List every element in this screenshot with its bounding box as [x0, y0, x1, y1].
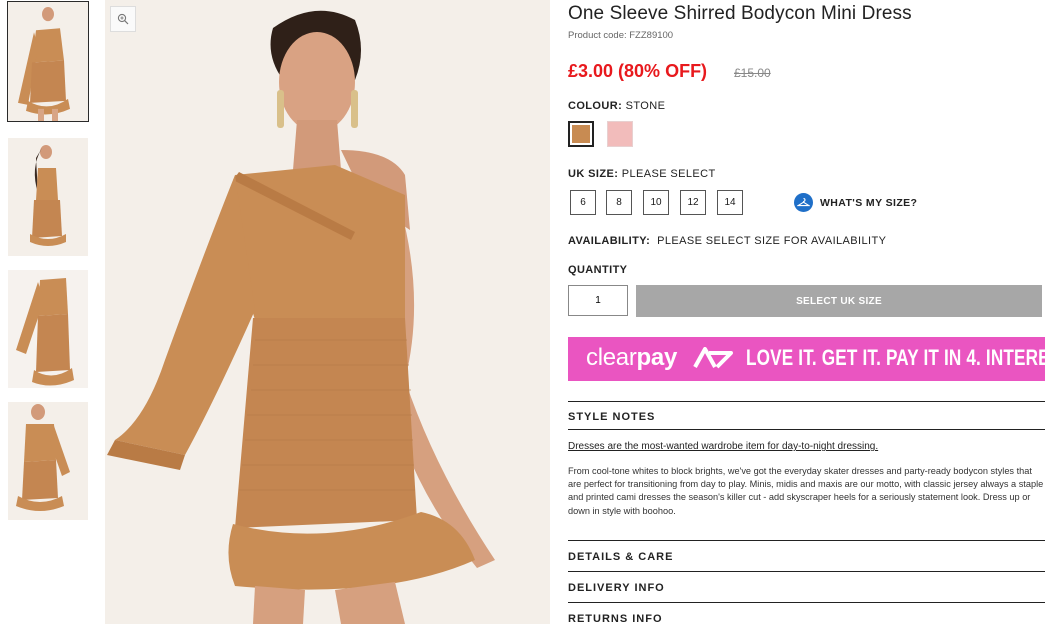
- availability-label: AVAILABILITY:: [568, 235, 651, 247]
- thumbnail-3[interactable]: [8, 270, 88, 388]
- size-option-12[interactable]: 12: [680, 190, 706, 215]
- availability-value: PLEASE SELECT SIZE FOR AVAILABILITY: [657, 235, 887, 247]
- quantity-label: QUANTITY: [568, 264, 628, 276]
- clearpay-logo: clearpay: [586, 344, 677, 371]
- size-option-10[interactable]: 10: [643, 190, 669, 215]
- thumbnail-image: [8, 2, 88, 121]
- divider: [568, 540, 1045, 541]
- thumbnail-1[interactable]: [7, 1, 89, 122]
- colour-label: COLOUR:: [568, 100, 623, 112]
- size-option-14[interactable]: 14: [717, 190, 743, 215]
- quantity-input[interactable]: [568, 285, 628, 316]
- delivery-info-heading[interactable]: DELIVERY INFO: [568, 582, 665, 594]
- original-price: £15.00: [734, 66, 771, 80]
- size-label: UK SIZE:: [568, 168, 619, 180]
- style-notes-body: From cool-tone whites to block brights, …: [568, 466, 1044, 516]
- size-option-8[interactable]: 8: [606, 190, 632, 215]
- details-care-heading[interactable]: DETAILS & CARE: [568, 551, 673, 563]
- thumbnail-image: [8, 138, 88, 256]
- product-title: One Sleeve Shirred Bodycon Mini Dress: [568, 3, 912, 24]
- sale-price: £3.00 (80% OFF): [568, 61, 708, 81]
- returns-info-heading[interactable]: RETURNS INFO: [568, 613, 663, 625]
- zoom-button[interactable]: [110, 6, 136, 32]
- colour-value: STONE: [625, 100, 666, 112]
- thumbnail-2[interactable]: [8, 138, 88, 256]
- zoom-in-icon: [117, 13, 129, 25]
- thumbnail-image: [8, 270, 88, 388]
- colour-swatch-pink[interactable]: [607, 121, 633, 147]
- divider: [568, 571, 1045, 572]
- thumbnail-image: [8, 402, 88, 520]
- size-row: UK SIZE: PLEASE SELECT: [568, 168, 716, 180]
- product-code: Product code: FZZ89100: [568, 30, 674, 41]
- thumbnail-4[interactable]: [8, 402, 88, 520]
- divider: [568, 602, 1045, 603]
- clearpay-banner[interactable]: clearpay LOVE IT. GET IT. PAY IT IN 4. I…: [568, 337, 1045, 381]
- size-option-6[interactable]: 6: [570, 190, 596, 215]
- clearpay-arrow-icon: [693, 347, 733, 369]
- size-value: PLEASE SELECT: [621, 168, 716, 180]
- select-size-button[interactable]: SELECT UK SIZE: [636, 285, 1042, 317]
- colour-row: COLOUR: STONE: [568, 100, 665, 112]
- divider: [568, 401, 1045, 402]
- swatch-fill: [572, 125, 590, 143]
- whats-my-size-link[interactable]: WHAT'S MY SIZE?: [794, 193, 917, 212]
- style-notes-heading[interactable]: STYLE NOTES: [568, 411, 655, 423]
- style-notes-lead: Dresses are the most-wanted wardrobe ite…: [568, 441, 879, 452]
- divider: [568, 429, 1045, 430]
- whats-my-size-label: WHAT'S MY SIZE?: [820, 196, 918, 209]
- product-main-image[interactable]: [105, 0, 550, 624]
- availability-row: AVAILABILITY: PLEASE SELECT SIZE FOR AVA…: [568, 235, 886, 247]
- colour-swatch-stone[interactable]: [568, 121, 594, 147]
- model-photo: [105, 0, 550, 624]
- clearpay-tagline: LOVE IT. GET IT. PAY IT IN 4. INTEREST F…: [746, 345, 1045, 370]
- hanger-icon: [794, 193, 813, 212]
